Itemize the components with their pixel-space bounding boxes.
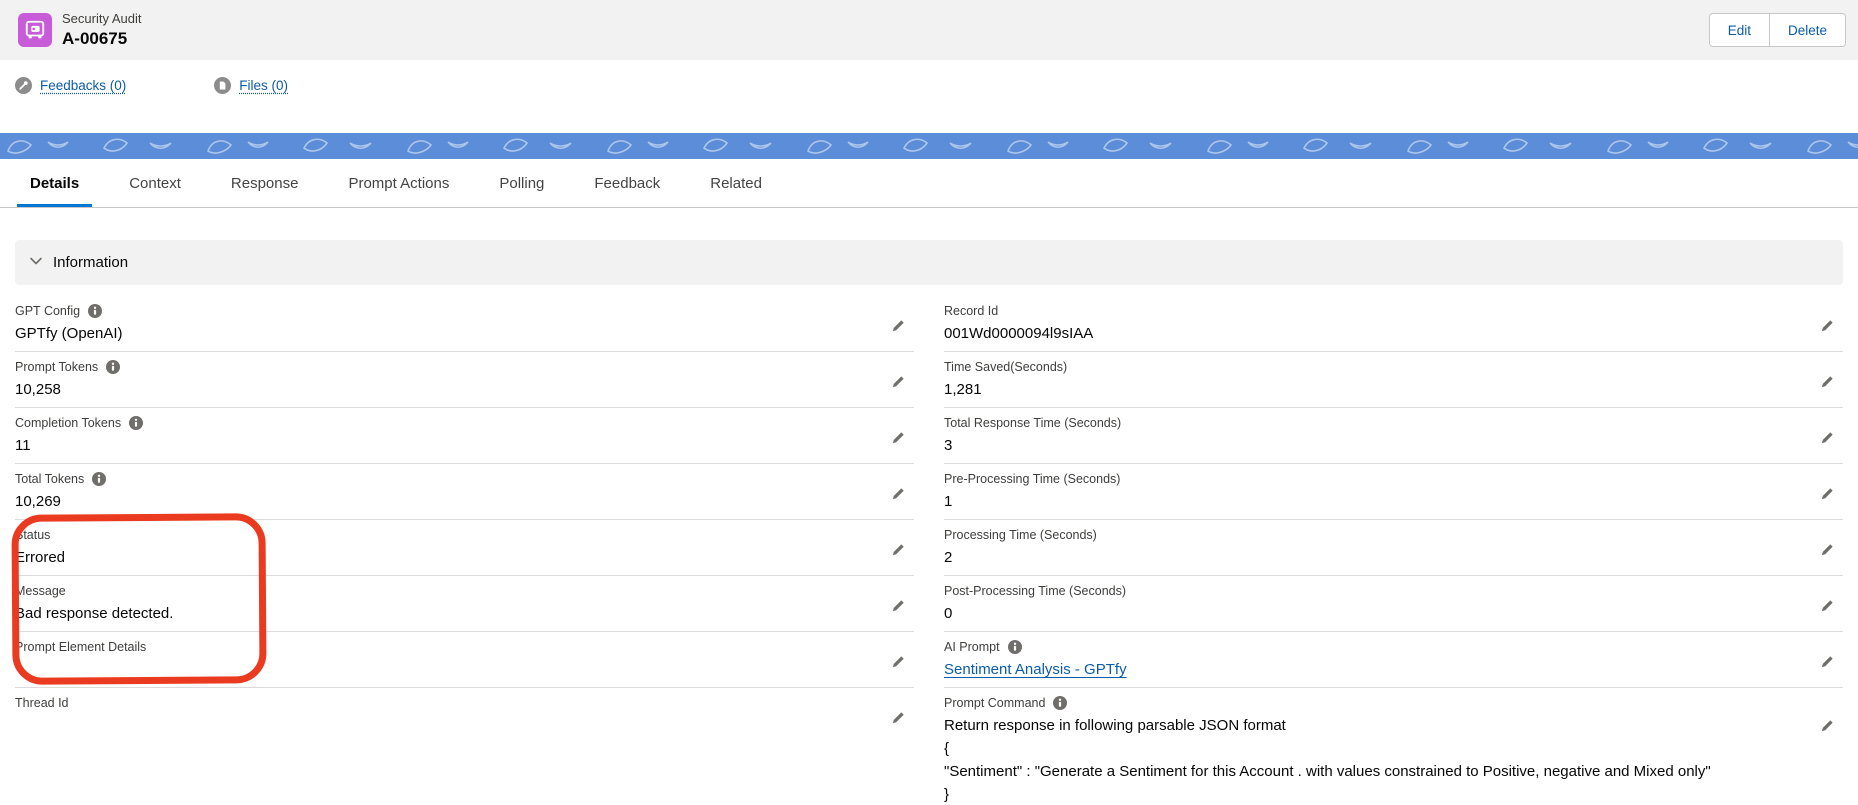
details-panel: Information GPT Config GPTfy (OpenAI) Pr… xyxy=(0,208,1858,805)
field-label: Prompt Command xyxy=(944,696,1045,710)
security-audit-object-icon xyxy=(18,13,52,47)
field-label: Processing Time (Seconds) xyxy=(944,528,1097,542)
field-prompt-element-details: Prompt Element Details xyxy=(15,632,914,688)
info-icon[interactable] xyxy=(1053,696,1067,710)
field-label: Prompt Tokens xyxy=(15,360,98,374)
field-pre-processing-time: Pre-Processing Time (Seconds) 1 xyxy=(944,464,1843,520)
edit-pencil-icon[interactable] xyxy=(1820,598,1835,613)
tab-response[interactable]: Response xyxy=(218,159,312,207)
brand-banner xyxy=(0,133,1858,159)
feedbacks-link[interactable]: Feedbacks (0) xyxy=(15,77,126,94)
section-title: Information xyxy=(53,254,128,271)
edit-pencil-icon[interactable] xyxy=(1820,318,1835,333)
tab-feedback[interactable]: Feedback xyxy=(581,159,673,207)
file-icon xyxy=(214,77,231,94)
field-value: 3 xyxy=(944,437,1803,454)
edit-pencil-icon[interactable] xyxy=(1820,718,1835,733)
field-value: Return response in following parsable JS… xyxy=(944,714,1803,805)
field-label: Message xyxy=(15,584,66,598)
tab-prompt-actions[interactable]: Prompt Actions xyxy=(335,159,462,207)
chevron-down-icon xyxy=(29,254,43,272)
field-thread-id: Thread Id xyxy=(15,688,914,744)
related-quick-links: Feedbacks (0) Files (0) xyxy=(0,60,1858,133)
edit-pencil-icon[interactable] xyxy=(891,318,906,333)
information-section-header[interactable]: Information xyxy=(15,240,1843,285)
edit-pencil-icon[interactable] xyxy=(1820,654,1835,669)
field-completion-tokens: Completion Tokens 11 xyxy=(15,408,914,464)
edit-pencil-icon[interactable] xyxy=(1820,374,1835,389)
record-name: A-00675 xyxy=(62,28,142,49)
field-message: Message Bad response detected. xyxy=(15,576,914,632)
field-value: 1,281 xyxy=(944,381,1803,398)
feedback-icon xyxy=(15,77,32,94)
field-value: 001Wd0000094l9sIAA xyxy=(944,325,1803,342)
ai-prompt-link[interactable]: Sentiment Analysis - GPTfy xyxy=(944,661,1127,678)
field-ai-prompt: AI Prompt Sentiment Analysis - GPTfy xyxy=(944,632,1843,688)
field-record-id: Record Id 001Wd0000094l9sIAA xyxy=(944,296,1843,352)
field-label: Status xyxy=(15,528,50,542)
field-label: Time Saved(Seconds) xyxy=(944,360,1067,374)
field-value: 1 xyxy=(944,493,1803,510)
field-prompt-command: Prompt Command Return response in follow… xyxy=(944,688,1843,805)
field-value: GPTfy (OpenAI) xyxy=(15,325,874,342)
edit-pencil-icon[interactable] xyxy=(891,542,906,557)
field-gpt-config: GPT Config GPTfy (OpenAI) xyxy=(15,296,914,352)
info-icon[interactable] xyxy=(106,360,120,374)
info-icon[interactable] xyxy=(129,416,143,430)
field-label: Total Response Time (Seconds) xyxy=(944,416,1121,430)
info-icon[interactable] xyxy=(88,304,102,318)
field-value: 2 xyxy=(944,549,1803,566)
tab-related[interactable]: Related xyxy=(697,159,775,207)
field-label: Record Id xyxy=(944,304,998,318)
field-label: Prompt Element Details xyxy=(15,640,146,654)
field-label: AI Prompt xyxy=(944,640,1000,654)
field-value: Errored xyxy=(15,549,874,566)
field-prompt-tokens: Prompt Tokens 10,258 xyxy=(15,352,914,408)
edit-pencil-icon[interactable] xyxy=(891,710,906,725)
record-actions: Edit Delete xyxy=(1709,13,1846,47)
record-tabs: Details Context Response Prompt Actions … xyxy=(0,159,1858,208)
field-label: GPT Config xyxy=(15,304,80,318)
edit-pencil-icon[interactable] xyxy=(1820,430,1835,445)
edit-pencil-icon[interactable] xyxy=(891,598,906,613)
tab-polling[interactable]: Polling xyxy=(486,159,557,207)
tab-context[interactable]: Context xyxy=(116,159,194,207)
field-value: 10,258 xyxy=(15,381,874,398)
delete-button[interactable]: Delete xyxy=(1769,14,1845,46)
field-value: 0 xyxy=(944,605,1803,622)
field-processing-time: Processing Time (Seconds) 2 xyxy=(944,520,1843,576)
field-label: Total Tokens xyxy=(15,472,84,486)
edit-pencil-icon[interactable] xyxy=(891,374,906,389)
field-value: 10,269 xyxy=(15,493,874,510)
fields-right-column: Record Id 001Wd0000094l9sIAA Time Saved(… xyxy=(944,296,1843,805)
object-label: Security Audit xyxy=(62,11,142,27)
field-status: Status Errored xyxy=(15,520,914,576)
edit-button[interactable]: Edit xyxy=(1710,14,1769,46)
edit-pencil-icon[interactable] xyxy=(1820,542,1835,557)
field-label: Thread Id xyxy=(15,696,69,710)
field-value: 11 xyxy=(15,437,874,454)
edit-pencil-icon[interactable] xyxy=(891,654,906,669)
field-label: Post-Processing Time (Seconds) xyxy=(944,584,1126,598)
field-label: Pre-Processing Time (Seconds) xyxy=(944,472,1120,486)
info-icon[interactable] xyxy=(92,472,106,486)
info-icon[interactable] xyxy=(1008,640,1022,654)
field-label: Completion Tokens xyxy=(15,416,121,430)
field-time-saved: Time Saved(Seconds) 1,281 xyxy=(944,352,1843,408)
field-total-tokens: Total Tokens 10,269 xyxy=(15,464,914,520)
edit-pencil-icon[interactable] xyxy=(891,430,906,445)
files-link[interactable]: Files (0) xyxy=(214,77,288,94)
files-link-label[interactable]: Files (0) xyxy=(239,78,288,93)
feedbacks-link-label[interactable]: Feedbacks (0) xyxy=(40,78,126,93)
field-value: Bad response detected. xyxy=(15,605,874,622)
field-total-response-time: Total Response Time (Seconds) 3 xyxy=(944,408,1843,464)
fields-left-column: GPT Config GPTfy (OpenAI) Prompt Tokens … xyxy=(15,296,914,805)
edit-pencil-icon[interactable] xyxy=(891,486,906,501)
field-post-processing-time: Post-Processing Time (Seconds) 0 xyxy=(944,576,1843,632)
record-header: Security Audit A-00675 Edit Delete xyxy=(0,0,1858,60)
tab-details[interactable]: Details xyxy=(17,159,92,207)
edit-pencil-icon[interactable] xyxy=(1820,486,1835,501)
